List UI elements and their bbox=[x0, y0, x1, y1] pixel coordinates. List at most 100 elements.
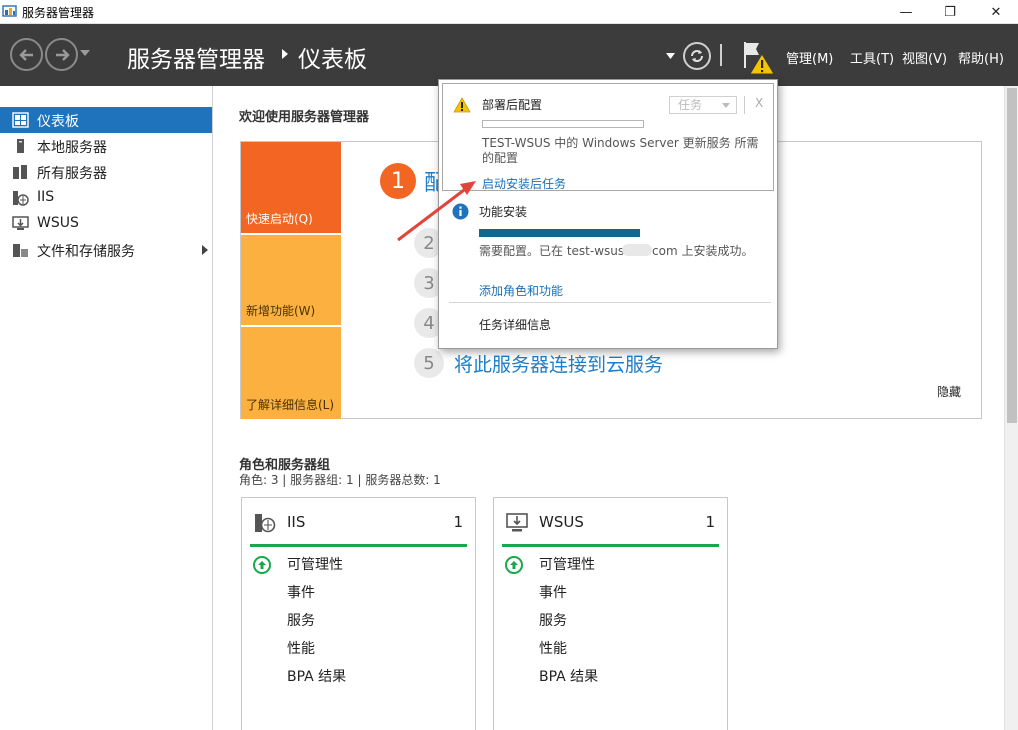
close-icon: ✕ bbox=[990, 4, 1002, 20]
sidebar-item-all-servers[interactable]: 所有服务器 bbox=[0, 159, 212, 185]
card-title[interactable]: WSUS bbox=[539, 513, 584, 531]
menu-manage[interactable]: 管理(M) bbox=[786, 48, 833, 67]
expand-arrow-icon[interactable] bbox=[202, 245, 208, 255]
tile-label: 新增功能(W) bbox=[246, 304, 316, 318]
card-title[interactable]: IIS bbox=[287, 513, 305, 531]
card-row-services[interactable]: 服务 bbox=[539, 610, 567, 630]
close-button[interactable]: ✕ bbox=[976, 0, 1016, 24]
card-row-manageability[interactable]: 可管理性 bbox=[539, 554, 595, 574]
sidebar-item-label: 仪表板 bbox=[37, 114, 79, 130]
sidebar-item-wsus[interactable]: WSUS bbox=[0, 211, 212, 237]
card-row-performance[interactable]: 性能 bbox=[539, 638, 567, 658]
feature-install-progress bbox=[479, 229, 640, 237]
card-row-manageability[interactable]: 可管理性 bbox=[287, 554, 343, 574]
role-card-wsus[interactable]: WSUS 1 可管理性 事件 服务 性能 BPA 结果 bbox=[493, 497, 728, 730]
post-deploy-title: 部署后配置 bbox=[482, 98, 543, 112]
tile-quick-start[interactable]: 快速启动(Q) bbox=[241, 142, 341, 233]
menu-view[interactable]: 视图(V) bbox=[902, 48, 947, 67]
server-manager-app-icon bbox=[2, 5, 17, 17]
wsus-icon bbox=[12, 216, 29, 230]
restore-icon: ❐ bbox=[944, 4, 956, 20]
card-status-bar bbox=[502, 544, 719, 547]
card-row-events[interactable]: 事件 bbox=[539, 582, 567, 602]
sidebar-item-label: WSUS bbox=[37, 215, 79, 231]
tile-learn-more[interactable]: 了解详细信息(L) bbox=[241, 327, 341, 419]
feature-install-desc-suffix: com 上安装成功。 bbox=[652, 244, 754, 258]
refresh-icon bbox=[691, 50, 703, 62]
sidebar-item-label: IIS bbox=[37, 189, 55, 205]
title-bar: 服务器管理器 — ❐ ✕ bbox=[0, 0, 1018, 24]
card-row-events[interactable]: 事件 bbox=[287, 582, 315, 602]
forward-arrow-icon bbox=[55, 48, 70, 61]
card-count: 1 bbox=[705, 513, 715, 531]
page-title: 仪表板 bbox=[298, 47, 367, 73]
step-text: 将此服务器连接到云服务 bbox=[454, 353, 664, 376]
card-row-bpa[interactable]: BPA 结果 bbox=[287, 666, 346, 686]
restore-button[interactable]: ❐ bbox=[930, 0, 970, 24]
tile-label: 快速启动(Q) bbox=[246, 212, 313, 226]
sidebar-item-iis[interactable]: IIS bbox=[0, 185, 212, 211]
scrollbar-thumb[interactable] bbox=[1007, 88, 1017, 423]
servers-icon bbox=[13, 165, 27, 179]
server-icon bbox=[17, 139, 24, 153]
breadcrumb-app[interactable]: 服务器管理器 bbox=[127, 40, 265, 74]
menu-tools[interactable]: 工具(T) bbox=[850, 48, 894, 67]
header-separator bbox=[720, 44, 722, 66]
dashboard-icon bbox=[12, 112, 29, 128]
notifications-flag-icon[interactable] bbox=[741, 40, 775, 76]
header-bar: 服务器管理器 仪表板 管理(M) 工具(T) 视图(V) 帮助(H) bbox=[0, 24, 1018, 86]
back-button[interactable] bbox=[10, 38, 43, 71]
iis-icon bbox=[13, 191, 29, 206]
sidebar: 仪表板 本地服务器 所有服务器 IIS WSUS 文件和存储服务 bbox=[0, 86, 213, 730]
sidebar-item-local-server[interactable]: 本地服务器 bbox=[0, 133, 212, 159]
tasks-dropdown[interactable]: 任务 bbox=[669, 96, 737, 114]
info-icon bbox=[452, 203, 469, 220]
dismiss-button[interactable]: X bbox=[755, 96, 763, 110]
sidebar-item-dashboard[interactable]: 仪表板 bbox=[0, 107, 212, 133]
popup-separator bbox=[744, 96, 745, 114]
role-card-iis[interactable]: IIS 1 可管理性 事件 服务 性能 BPA 结果 bbox=[241, 497, 476, 730]
ok-arrow-icon bbox=[505, 556, 523, 574]
forward-button[interactable] bbox=[45, 38, 78, 71]
step-5[interactable]: 5 将此服务器连接到云服务 bbox=[414, 348, 663, 378]
card-row-bpa[interactable]: BPA 结果 bbox=[539, 666, 598, 686]
roles-summary: 角色: 3 | 服务器组: 1 | 服务器总数: 1 bbox=[239, 473, 441, 487]
start-post-install-link[interactable]: 启动安装后任务 bbox=[482, 175, 566, 192]
welcome-title: 欢迎使用服务器管理器 bbox=[239, 110, 370, 125]
step-1[interactable]: 1 配 bbox=[380, 163, 446, 199]
history-dropdown-icon[interactable] bbox=[80, 50, 90, 57]
task-details-link[interactable]: 任务详细信息 bbox=[479, 316, 551, 333]
tile-label: 了解详细信息(L) bbox=[246, 398, 335, 412]
sidebar-item-label: 本地服务器 bbox=[37, 140, 107, 156]
add-roles-features-link[interactable]: 添加角色和功能 bbox=[479, 282, 563, 299]
chevron-down-icon bbox=[722, 103, 730, 108]
post-deploy-desc: TEST-WSUS 中的 Windows Server 更新服务 所需的配置 bbox=[482, 136, 759, 165]
sidebar-item-label: 所有服务器 bbox=[37, 166, 107, 182]
back-arrow-icon bbox=[18, 48, 33, 61]
warning-icon bbox=[453, 97, 471, 113]
refresh-button[interactable] bbox=[683, 42, 711, 70]
step-number: 5 bbox=[414, 348, 444, 378]
header-dropdown-icon[interactable] bbox=[666, 53, 675, 59]
feature-install-desc-prefix: 需要配置。已在 test-wsus bbox=[479, 244, 625, 258]
window-title: 服务器管理器 bbox=[22, 6, 95, 20]
minimize-button[interactable]: — bbox=[886, 0, 926, 24]
feature-install-title: 功能安装 bbox=[479, 205, 528, 219]
popup-divider bbox=[449, 302, 771, 303]
menu-help[interactable]: 帮助(H) bbox=[958, 48, 1004, 67]
card-row-performance[interactable]: 性能 bbox=[287, 638, 315, 658]
sidebar-item-file-storage[interactable]: 文件和存储服务 bbox=[0, 237, 212, 263]
breadcrumb-separator-icon bbox=[282, 49, 288, 59]
step-number: 1 bbox=[380, 163, 416, 199]
vertical-scrollbar[interactable] bbox=[1004, 86, 1018, 730]
sidebar-item-label: 文件和存储服务 bbox=[37, 244, 135, 260]
post-deploy-section: 部署后配置 任务 X TEST-WSUS 中的 Windows Server 更… bbox=[442, 83, 774, 191]
card-status-bar bbox=[250, 544, 467, 547]
card-row-services[interactable]: 服务 bbox=[287, 610, 315, 630]
redacted-hostname bbox=[622, 244, 652, 256]
card-count: 1 bbox=[453, 513, 463, 531]
tasks-dropdown-label: 任务 bbox=[678, 98, 703, 112]
tile-whats-new[interactable]: 新增功能(W) bbox=[241, 235, 341, 325]
hide-link[interactable]: 隐藏 bbox=[937, 383, 961, 400]
iis-icon bbox=[255, 514, 276, 533]
